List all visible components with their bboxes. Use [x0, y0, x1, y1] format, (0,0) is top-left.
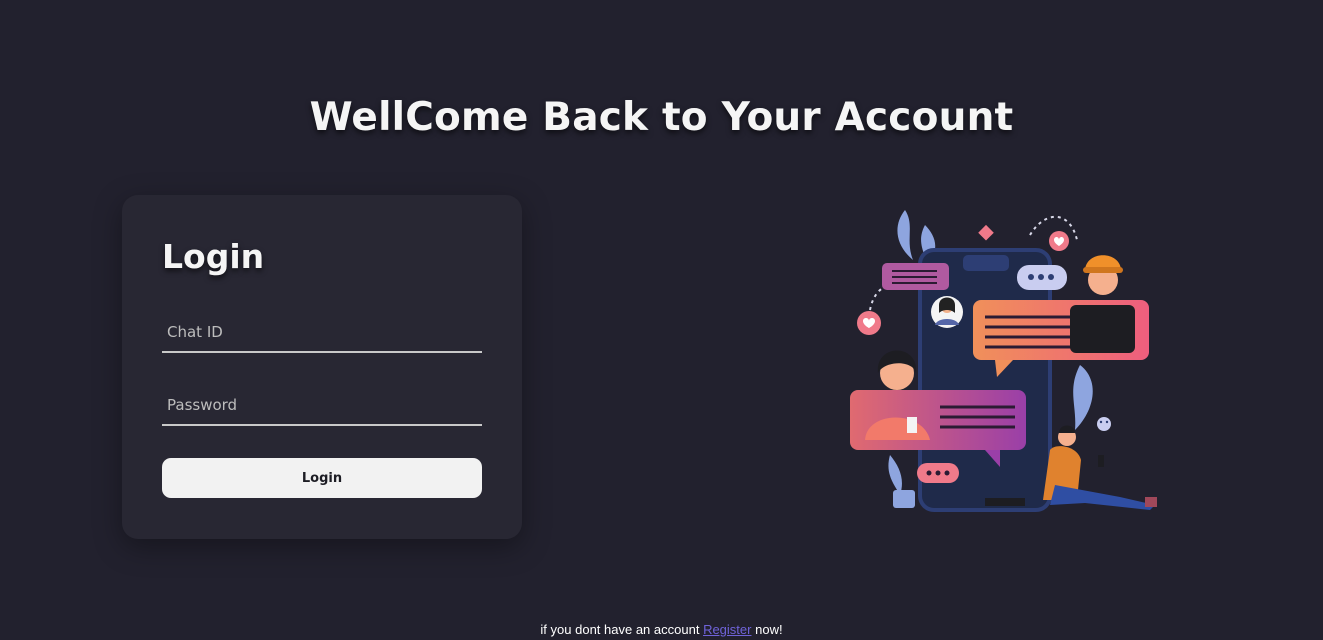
- login-button[interactable]: Login: [162, 458, 482, 498]
- page-title: WellCome Back to Your Account: [309, 95, 1014, 140]
- login-page: WellCome Back to Your Account Login Logi…: [0, 0, 1323, 640]
- sitting-man: [1043, 425, 1157, 510]
- login-card: Login Login: [122, 195, 522, 539]
- chat-id-input[interactable]: [162, 313, 482, 353]
- register-prompt-suffix: now!: [755, 622, 783, 637]
- register-link[interactable]: Register: [703, 622, 751, 637]
- chat-illustration: [850, 210, 1157, 512]
- register-prompt-prefix: if you dont have an account: [540, 622, 700, 637]
- register-prompt: if you dont have an account Register now…: [0, 622, 1323, 637]
- login-title: Login: [162, 237, 265, 276]
- password-input[interactable]: [162, 386, 482, 426]
